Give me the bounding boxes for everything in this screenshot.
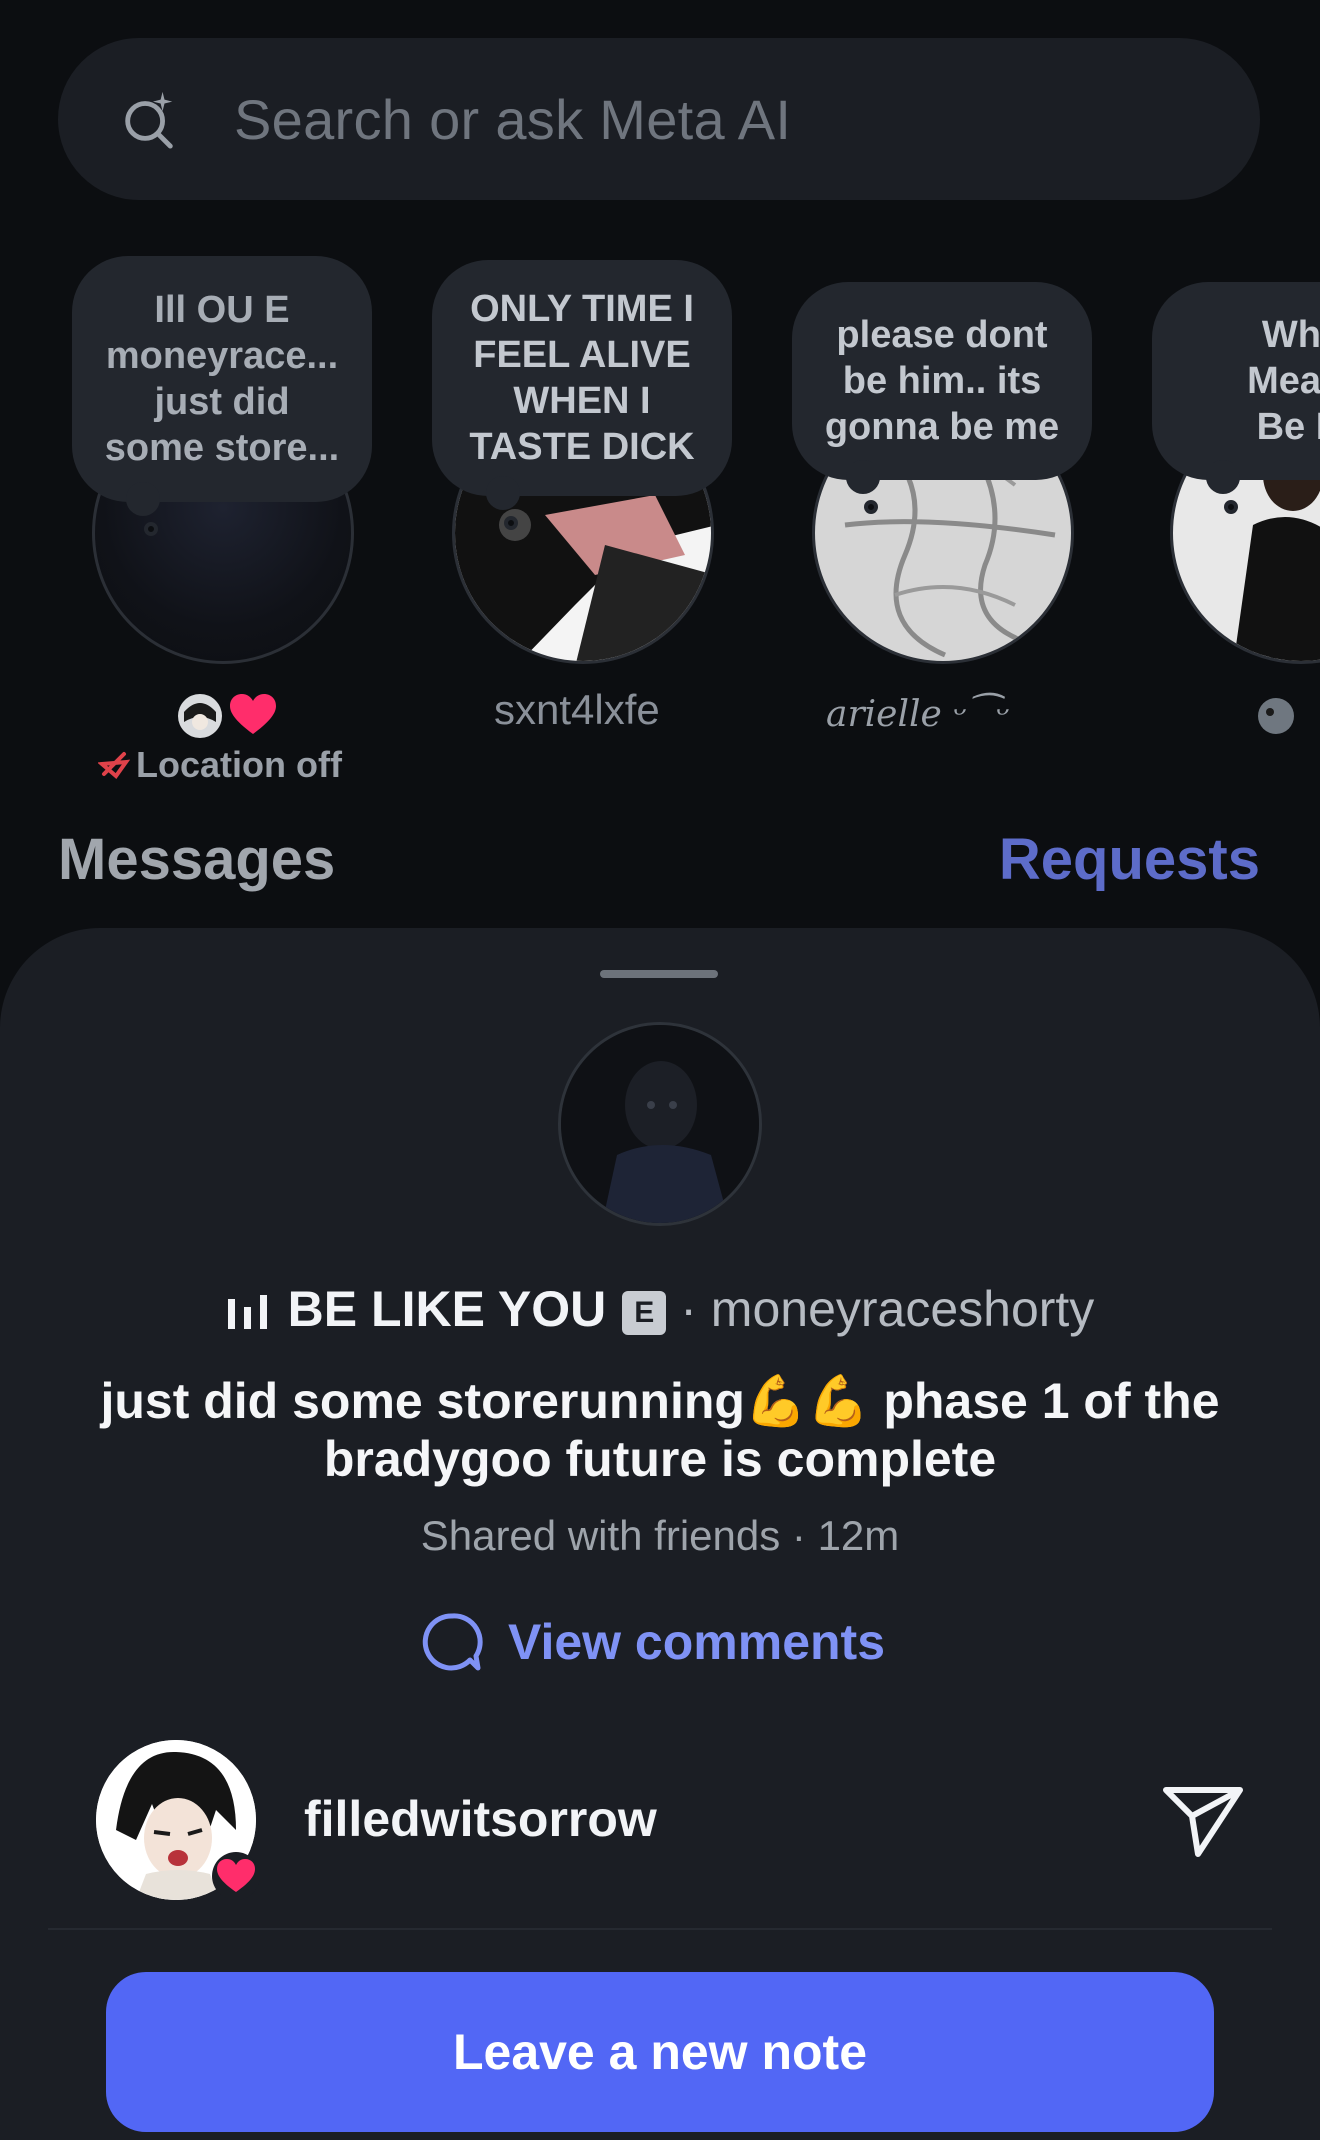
note-line: be him.. its [842, 360, 1042, 402]
note-bubble: Ill OU E moneyrace... just did some stor… [72, 256, 372, 536]
reply-username: filledwitsorrow [304, 1791, 657, 1847]
note-bubble: ONLY TIME I FEEL ALIVE WHEN I TASTE DICK [432, 260, 732, 530]
artist-name: · moneyraceshorty [680, 1281, 1095, 1337]
note-line: please dont [836, 314, 1048, 356]
note-author-avatar [558, 1022, 762, 1226]
note-line: moneyrace... [105, 335, 339, 377]
music-bars-icon [227, 1294, 267, 1329]
note-username: sxnt4lxfe [494, 686, 660, 733]
background-layer: Search or ask Meta AI Ill OU E moneyrace… [0, 0, 1320, 930]
emoji-icon [1258, 698, 1294, 734]
note-line: Wha [1261, 314, 1320, 356]
note-line: FEEL ALIVE [473, 334, 691, 376]
note-detail-sheet: BE LIKE YOU E · moneyraceshorty just did s… [0, 928, 1320, 2140]
heart-icon [212, 1852, 260, 1900]
leave-new-note-button[interactable]: Leave a new note [106, 1972, 1214, 2132]
reply-row[interactable]: filledwitsorrow [96, 1740, 1246, 1904]
notes-row: Ill OU E moneyrace... just did some stor… [0, 250, 1320, 790]
note-line: Ill OU E [154, 289, 290, 331]
drag-handle[interactable] [600, 970, 718, 978]
music-line[interactable]: BE LIKE YOU E · moneyraceshorty [0, 1280, 1320, 1338]
note-text: just did some storerunning💪💪 phase 1 of … [100, 1373, 1220, 1487]
comment-bubble-icon [422, 1613, 483, 1671]
location-off-icon [98, 752, 130, 779]
heart-icon [230, 694, 276, 734]
send-icon[interactable] [1158, 1776, 1246, 1864]
search-bar[interactable]: Search or ask Meta AI [58, 38, 1260, 200]
view-comments-button[interactable]: View comments [420, 1604, 885, 1680]
note-bubble: please dont be him.. its gonna be me [792, 282, 1092, 514]
note-line: Be M [1256, 406, 1320, 448]
meta-ai-search-icon [125, 91, 173, 149]
note-line: WHEN I [513, 380, 651, 422]
note-bubble: Wha Meant Be M [1152, 282, 1320, 514]
note-line: just did [154, 381, 290, 423]
note-line: some store... [104, 427, 340, 469]
view-comments-label: View comments [508, 1614, 886, 1670]
note-line: ONLY TIME I [470, 288, 694, 330]
note-username: arielle ᵕ⁀ᵕ [826, 694, 1010, 735]
song-title: BE LIKE YOU [287, 1281, 607, 1337]
note-line: Meant [1247, 360, 1320, 402]
location-status: Location off [136, 744, 342, 785]
friend-avatar-icon [178, 694, 222, 738]
divider [48, 1928, 1272, 1930]
requests-link[interactable]: Requests [999, 826, 1260, 893]
note-line: gonna be me [824, 406, 1060, 448]
search-input[interactable]: Search or ask Meta AI [234, 87, 791, 152]
messages-title: Messages [58, 827, 336, 892]
note-line: TASTE DICK [469, 426, 695, 468]
note-meta: Shared with friends · 12m [420, 1512, 900, 1559]
explicit-badge: E [622, 1290, 667, 1335]
